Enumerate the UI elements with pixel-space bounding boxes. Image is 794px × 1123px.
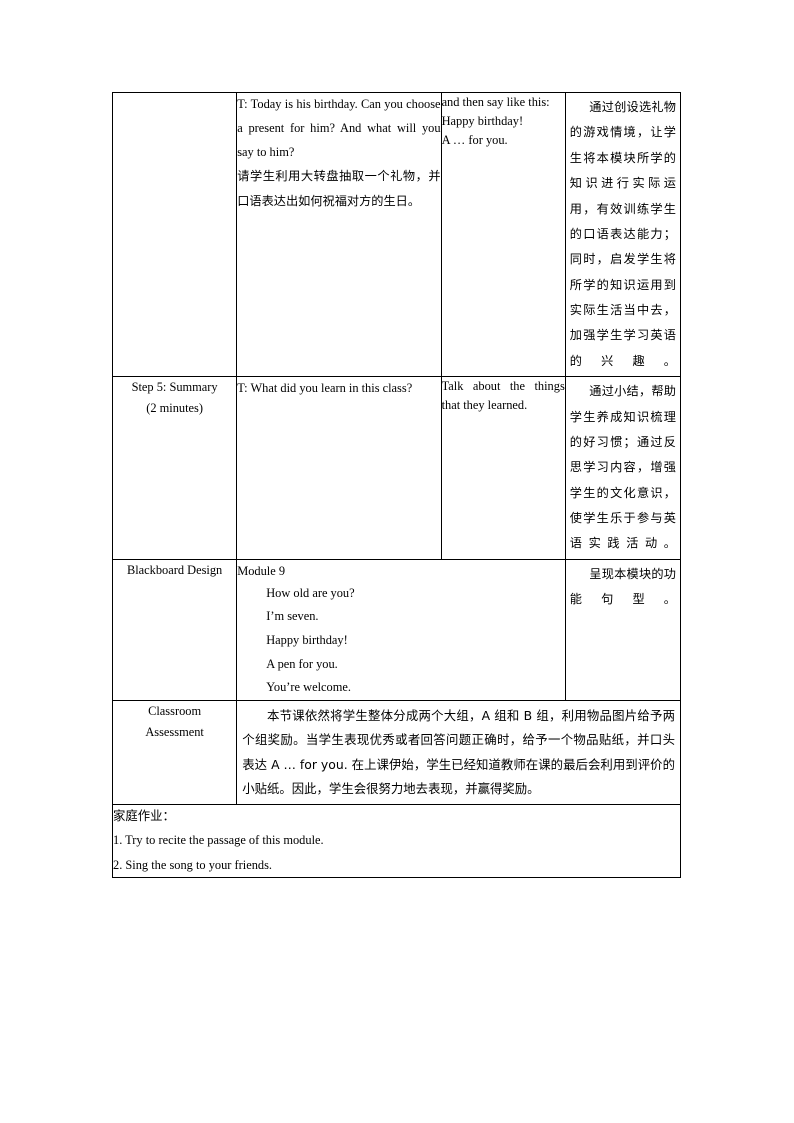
classroom-assessment-body: 本节课依然将学生整体分成两个大组，A 组和 B 组，利用物品图片给予两个组奖励。…: [242, 707, 675, 796]
blackboard-design-label: Blackboard Design: [126, 562, 223, 577]
blackboard-sentence: How old are you?: [266, 585, 355, 600]
student-activity-cell-summary: Talk about the things that they learned.: [440, 376, 566, 560]
teacher-activity-english-summary: T: What did you learn in this class?: [237, 381, 413, 396]
step-label-cell-summary: Step 5: Summary (2 minutes): [111, 376, 238, 560]
student-activity-line: and then say like this:: [441, 95, 550, 109]
blackboard-design-label-cell: Blackboard Design: [111, 558, 238, 701]
step-label-summary-duration: (2 minutes): [146, 401, 203, 416]
classroom-assessment-label-line1: Classroom: [148, 703, 202, 718]
teacher-activity-english-activity: T: Today is his birthday. Can you choose…: [237, 97, 441, 159]
teacher-activity-cell-activity: T: Today is his birthday. Can you choose…: [236, 91, 442, 378]
classroom-assessment-label-cell: Classroom Assessment: [111, 699, 238, 806]
design-intent-blackboard: 呈现本模块的功能句型。: [569, 566, 676, 607]
design-intent-cell-summary: 通过小结，帮助学生养成知识梳理的好习惯；通过反思学习内容，增强学生的文化意识，使…: [564, 376, 682, 560]
classroom-assessment-label-line2: Assessment: [145, 724, 204, 739]
step-label-cell-activity: [111, 91, 238, 378]
blackboard-design-content-cell: Module 9 How old are you? I’m seven. Hap…: [236, 558, 566, 701]
blackboard-sentence: A pen for you.: [266, 656, 338, 671]
student-activity-summary: Talk about the things that they learned.: [441, 379, 565, 412]
table-row: 家庭作业： 1. Try to recite the passage of th…: [112, 804, 681, 878]
teacher-activity-cell-summary: T: What did you learn in this class?: [236, 376, 442, 560]
design-intent-summary: 通过小结，帮助学生养成知识梳理的好习惯；通过反思学习内容，增强学生的文化意识，使…: [569, 384, 676, 551]
classroom-assessment-content-cell: 本节课依然将学生整体分成两个大组，A 组和 B 组，利用物品图片给予两个组奖励。…: [236, 699, 681, 806]
homework-item: 1. Try to recite the passage of this mod…: [113, 833, 324, 848]
blackboard-module-title: Module 9: [237, 563, 286, 578]
table-row: T: Today is his birthday. Can you choose…: [111, 91, 682, 378]
student-activity-line: Happy birthday!: [441, 113, 524, 128]
design-intent-cell-blackboard: 呈现本模块的功能句型。: [564, 558, 682, 701]
blackboard-sentence: Happy birthday!: [266, 632, 348, 647]
design-intent-cell-activity: 通过创设选礼物的游戏情境，让学生将本模块所学的知识进行实际运用，有效训练学生的口…: [564, 91, 682, 378]
design-intent-activity: 通过创设选礼物的游戏情境，让学生将本模块所学的知识进行实际运用，有效训练学生的口…: [569, 100, 676, 368]
table-row: Classroom Assessment 本节课依然将学生整体分成两个大组，A …: [111, 699, 681, 806]
lesson-plan-table: T: Today is his birthday. Can you choose…: [111, 91, 682, 878]
homework-title: 家庭作业：: [113, 808, 175, 824]
blackboard-sentence: I’m seven.: [266, 609, 319, 624]
homework-item: 2. Sing the song to your friends.: [113, 857, 273, 872]
student-activity-cell-activity: and then say like this: Happy birthday! …: [440, 91, 566, 378]
student-activity-line: A … for you.: [441, 132, 508, 147]
teacher-activity-chinese-activity: 请学生利用大转盘抽取一个礼物，并口语表达出如何祝福对方的生日。: [237, 169, 441, 208]
table-row: Blackboard Design Module 9 How old are y…: [111, 558, 682, 701]
table-row: Step 5: Summary (2 minutes) T: What did …: [111, 376, 682, 560]
document-page: T: Today is his birthday. Can you choose…: [0, 0, 794, 1123]
homework-cell: 家庭作业： 1. Try to recite the passage of th…: [112, 804, 681, 878]
step-label-summary-title: Step 5: Summary: [131, 380, 218, 395]
blackboard-sentence: You’re welcome.: [266, 680, 351, 695]
